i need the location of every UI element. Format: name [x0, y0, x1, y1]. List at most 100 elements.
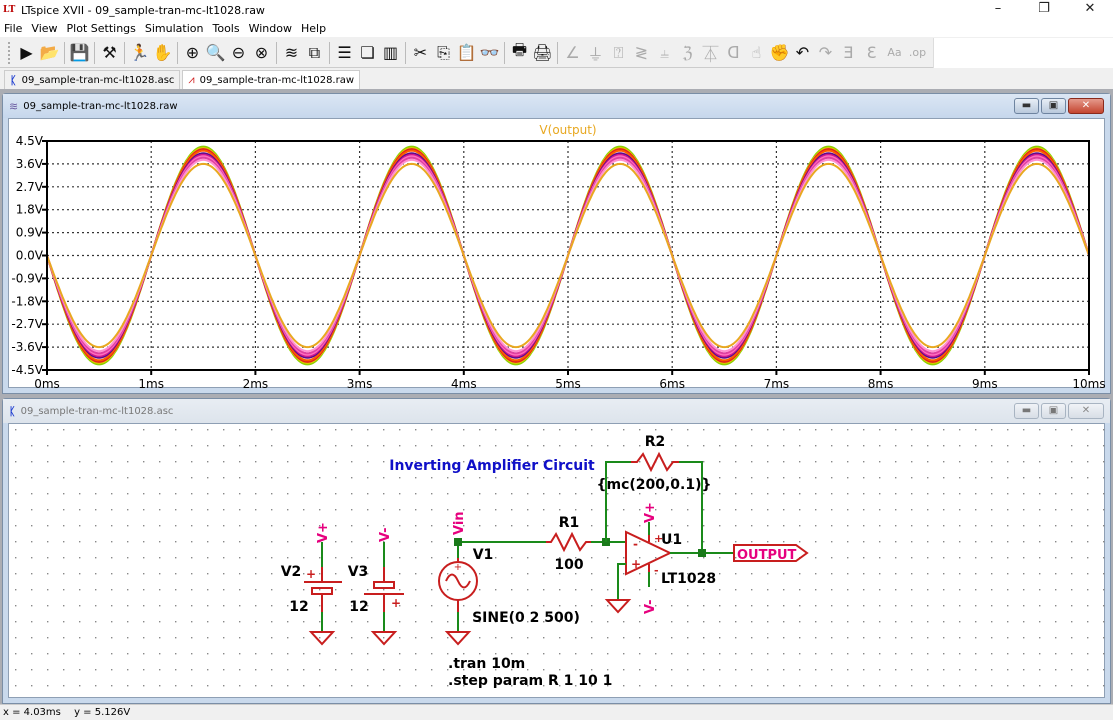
draw-wire-button[interactable]: ∠ — [561, 41, 584, 65]
drag-hand-icon: ✊ — [769, 43, 790, 62]
drag-hand-button[interactable]: ✊ — [768, 41, 791, 65]
schematic-window-controls: ▬ ▣ ✕ — [1012, 403, 1104, 419]
schematic-drawing[interactable]: Inverting Amplifier Circuit + V2 12 V+ +… — [9, 424, 1106, 700]
window-controls: – ❐ ✕ — [975, 0, 1113, 20]
zoom-cancel-button[interactable]: ⊗ — [250, 41, 273, 65]
paste-button[interactable]: 📋 — [455, 41, 478, 65]
undo-button[interactable]: ↶ — [791, 41, 814, 65]
menu-bar: File View Plot Settings Simulation Tools… — [0, 20, 1113, 37]
waveform-chart[interactable]: V(output) 0ms 1ms 2ms 3ms 4ms 5ms 6ms 7ms 8ms 9ms… — [9, 119, 1106, 391]
zoom-pan-button[interactable]: 🔍 — [204, 41, 227, 65]
cut-button[interactable]: ✂ — [409, 41, 432, 65]
restore-button[interactable]: ❐ — [1021, 0, 1067, 20]
inductor-button[interactable]: ℨ — [676, 41, 699, 65]
menu-help[interactable]: Help — [301, 22, 326, 35]
v1-value[interactable]: SINE(0 2 500) — [472, 610, 580, 626]
zoom-out-button[interactable]: ⊖ — [227, 41, 250, 65]
net-label-vplus[interactable]: V+ — [316, 522, 331, 543]
schematic-window-titlebar[interactable]: ᛕ 09_sample-tran-mc-lt1028.asc — [3, 399, 1110, 423]
y-tick-label: -1.8V — [11, 294, 43, 308]
run-button[interactable]: ▶ — [15, 41, 38, 65]
trace-label[interactable]: V(output) — [539, 123, 596, 137]
net-label-u1-vminus[interactable]: V- — [643, 599, 658, 614]
diode-button[interactable]: ⏄ — [699, 41, 722, 65]
find-binoculars-button[interactable]: 👓 — [478, 41, 501, 65]
schematic-maximize-button[interactable]: ▣ — [1041, 403, 1066, 419]
manual-limits-button[interactable]: ⧉ — [303, 41, 326, 65]
spice-directive-button[interactable]: .op — [906, 41, 929, 65]
close-button[interactable]: ✕ — [1067, 0, 1113, 20]
plot-window: ≋ 09_sample-tran-mc-lt1028.raw ▬ ▣ ✕ V(o… — [2, 93, 1111, 394]
tab-schematic[interactable]: ᛕ 09_sample-tran-mc-lt1028.asc — [4, 70, 181, 89]
v3-name: V3 — [348, 564, 369, 580]
schematic-close-button[interactable]: ✕ — [1068, 403, 1104, 419]
menu-simulation[interactable]: Simulation — [145, 22, 204, 35]
r2-value[interactable]: {mc(200,0.1)} — [597, 477, 712, 493]
control-panel-hammer-button[interactable]: ⚒ — [98, 41, 121, 65]
toolbar-separator — [557, 41, 558, 64]
plot-window-titlebar[interactable]: ≋ 09_sample-tran-mc-lt1028.raw — [3, 94, 1110, 118]
menu-file[interactable]: File — [4, 22, 22, 35]
print-setup-icon: 🖨 — [532, 43, 553, 62]
v1-plus-mark: + — [454, 562, 462, 573]
y-tick-label: 0.9V — [16, 226, 44, 240]
save-button[interactable]: 💾 — [68, 41, 91, 65]
minimize-button[interactable]: – — [975, 0, 1021, 20]
rotate-button[interactable]: Ǝ — [837, 41, 860, 65]
copy-button[interactable]: ⎘ — [432, 41, 455, 65]
net-label-u1-vplus[interactable]: V+ — [643, 502, 658, 523]
halt-runner-button[interactable]: 🏃 — [128, 41, 151, 65]
resistor-button[interactable]: ≷ — [630, 41, 653, 65]
v2-value: 12 — [289, 599, 308, 615]
menu-window[interactable]: Window — [249, 22, 292, 35]
paste-icon: 📋 — [456, 43, 477, 62]
plot-close-button[interactable]: ✕ — [1068, 98, 1104, 114]
schematic-minimize-button[interactable]: ▬ — [1014, 403, 1039, 419]
text-button[interactable]: Aa — [883, 41, 906, 65]
label-net-button[interactable]: ⍰ — [607, 41, 630, 65]
copy-icon: ⎘ — [437, 42, 450, 62]
plot-minimize-button[interactable]: ▬ — [1014, 98, 1039, 114]
menu-view[interactable]: View — [31, 22, 57, 35]
output-port-label[interactable]: OUTPUT — [733, 544, 809, 563]
tile-vertical-button[interactable]: ▥ — [379, 41, 402, 65]
junction-dot — [698, 549, 706, 557]
cascade-icon: ❏ — [360, 43, 375, 62]
mirror-button[interactable]: Ɛ — [860, 41, 883, 65]
redo-button[interactable]: ↷ — [814, 41, 837, 65]
plot-area[interactable]: V(output) 0ms 1ms 2ms 3ms 4ms 5ms 6ms 7ms 8ms 9ms… — [8, 118, 1106, 391]
menu-plot-settings[interactable]: Plot Settings — [67, 22, 136, 35]
cascade-button[interactable]: ❏ — [356, 41, 379, 65]
net-label-vin[interactable]: Vin — [452, 511, 467, 535]
run-icon: ▶ — [20, 43, 33, 62]
component-button[interactable]: ᗡ — [722, 41, 745, 65]
zoom-in-button[interactable]: ⊕ — [181, 41, 204, 65]
toolbar-separator — [94, 41, 95, 64]
r1-value[interactable]: 100 — [554, 557, 583, 573]
capacitor-button[interactable]: ⫨ — [653, 41, 676, 65]
toolbar-separator — [124, 41, 125, 64]
schematic-canvas[interactable]: Inverting Amplifier Circuit + V2 12 V+ +… — [8, 423, 1106, 700]
print-button[interactable]: 🖶 — [508, 40, 531, 65]
x-tick-label: 7ms — [764, 377, 790, 389]
net-label-vminus[interactable]: V- — [378, 527, 393, 542]
plot-maximize-button[interactable]: ▣ — [1041, 98, 1066, 114]
u1-value[interactable]: LT1028 — [661, 571, 716, 587]
pan-hand-icon: ✋ — [152, 43, 173, 62]
rotate-icon: Ǝ — [843, 43, 854, 62]
ground-button[interactable]: ⏚ — [584, 41, 607, 65]
junction-dot — [454, 538, 462, 546]
y-tick-label: -4.5V — [11, 363, 43, 377]
pan-hand-button[interactable]: ✋ — [151, 41, 174, 65]
tab-waveform[interactable]: ⩘ 09_sample-tran-mc-lt1028.raw — [182, 70, 361, 89]
tile-horizontal-button[interactable]: ☰ — [333, 41, 356, 65]
move-hand-button[interactable]: ☝ — [745, 41, 768, 65]
spice-directive-tran[interactable]: .tran 10m — [448, 656, 525, 672]
menu-tools[interactable]: Tools — [212, 22, 239, 35]
autorange-button[interactable]: ≋ — [280, 41, 303, 65]
open-folder-button[interactable]: 📂 — [38, 41, 61, 65]
print-setup-button[interactable]: 🖨 — [531, 41, 554, 65]
spice-directive-step[interactable]: .step param R 1 10 1 — [448, 673, 612, 689]
schematic-heading[interactable]: Inverting Amplifier Circuit — [389, 458, 595, 474]
toolbar-grip[interactable] — [8, 41, 11, 64]
